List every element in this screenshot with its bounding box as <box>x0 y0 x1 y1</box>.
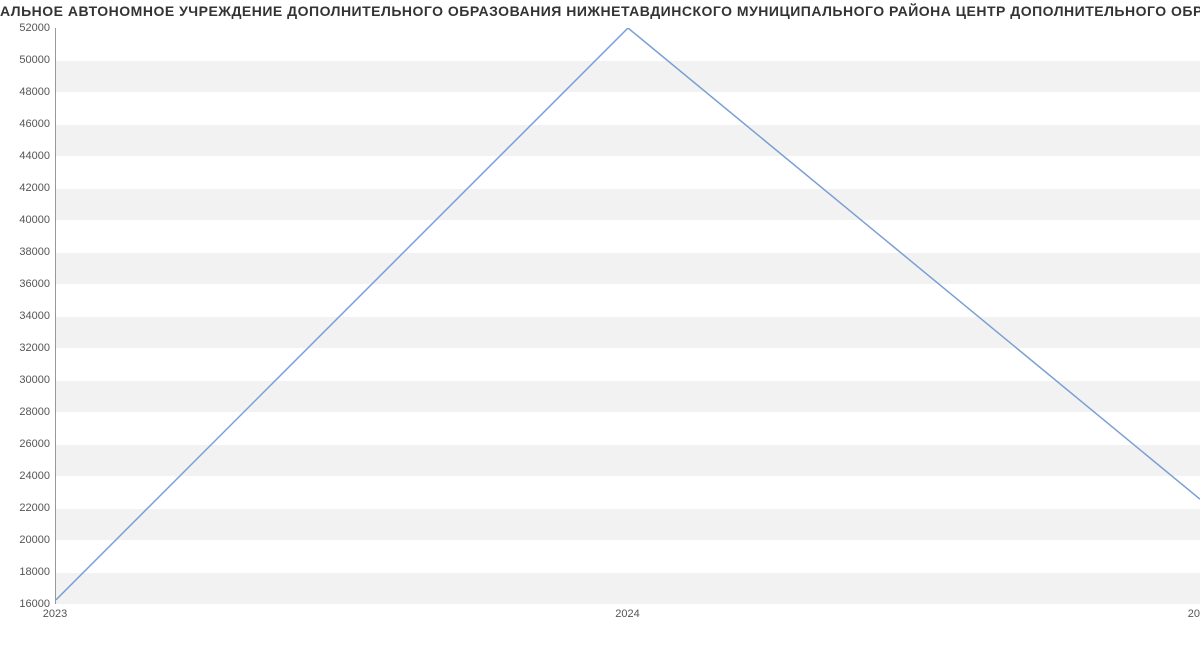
y-tick-label: 30000 <box>5 374 50 386</box>
x-tick-label: 2025 <box>1188 608 1200 620</box>
y-tick-label: 20000 <box>5 534 50 546</box>
chart-title: АЛЬНОЕ АВТОНОМНОЕ УЧРЕЖДЕНИЕ ДОПОЛНИТЕЛЬ… <box>0 3 1200 19</box>
x-tick-label: 2023 <box>43 608 67 620</box>
y-tick-label: 24000 <box>5 470 50 482</box>
y-tick-label: 22000 <box>5 502 50 514</box>
y-tick-label: 52000 <box>5 22 50 34</box>
y-tick-label: 34000 <box>5 310 50 322</box>
x-tick-label: 2024 <box>615 608 639 620</box>
y-tick-label: 18000 <box>5 566 50 578</box>
y-tick-label: 48000 <box>5 86 50 98</box>
y-tick-label: 26000 <box>5 438 50 450</box>
y-tick-label: 38000 <box>5 246 50 258</box>
y-tick-label: 28000 <box>5 406 50 418</box>
y-tick-label: 42000 <box>5 182 50 194</box>
y-tick-label: 50000 <box>5 54 50 66</box>
line-series <box>56 28 1200 603</box>
y-tick-label: 40000 <box>5 214 50 226</box>
y-tick-label: 36000 <box>5 278 50 290</box>
y-tick-label: 44000 <box>5 150 50 162</box>
plot-area <box>55 28 1200 604</box>
y-tick-label: 32000 <box>5 342 50 354</box>
grid-line <box>56 604 1200 605</box>
y-tick-label: 46000 <box>5 118 50 130</box>
